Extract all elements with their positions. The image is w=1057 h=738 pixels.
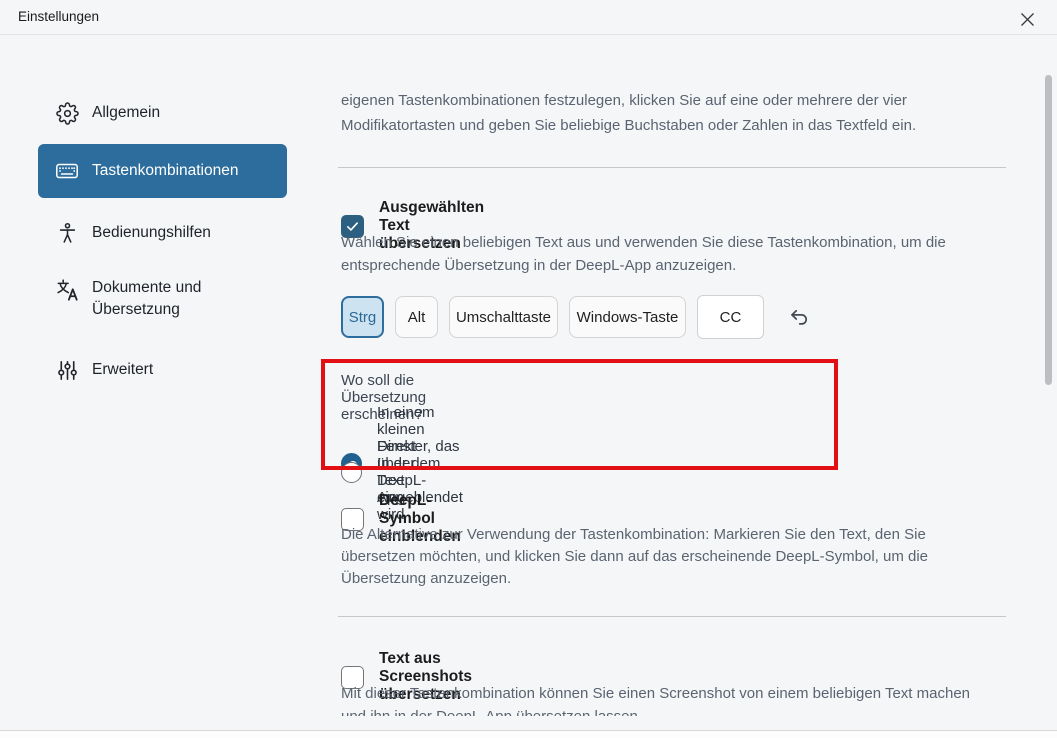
undo-icon: [788, 306, 811, 329]
window-title: Einstellungen: [18, 9, 99, 24]
sidebar-item-tastenkombinationen[interactable]: Tastenkombinationen: [38, 144, 287, 198]
section-divider: [338, 167, 1006, 168]
close-icon: [1020, 12, 1035, 27]
sidebar-item-label: Erweitert: [92, 359, 153, 381]
screenshots-description: Mit dieser Tastenkombination können Sie …: [341, 683, 993, 716]
section-divider: [338, 616, 1006, 617]
window-bottom-edge: [0, 731, 1057, 738]
intro-text: eigenen Tastenkombinationen festzulegen,…: [341, 88, 1013, 138]
gear-icon: [55, 101, 79, 125]
shortcut-letter-input[interactable]: [697, 295, 764, 339]
select-text-description: Wählen Sie einen beliebigen Text aus und…: [341, 231, 1001, 277]
accessibility-icon: [55, 221, 79, 245]
sidebar-item-label: Dokumente und Übersetzung: [92, 277, 242, 321]
modifier-key-umschalttaste[interactable]: Umschalttaste: [449, 296, 558, 338]
titlebar: Einstellungen: [0, 0, 1057, 35]
sidebar-item-label: Bedienungshilfen: [92, 222, 211, 244]
modifier-key-alt[interactable]: Alt: [395, 296, 438, 338]
radio-button-unselected[interactable]: [341, 462, 362, 483]
close-button[interactable]: [1013, 8, 1041, 30]
reset-shortcut-button[interactable]: [788, 306, 811, 329]
sidebar-item-allgemein[interactable]: Allgemein: [38, 91, 287, 135]
sidebar-item-erweitert[interactable]: Erweitert: [38, 348, 287, 392]
sidebar-item-label: Allgemein: [92, 102, 160, 124]
sidebar-item-dokumente[interactable]: Dokumente und Übersetzung: [38, 266, 287, 332]
shortcut-keys-row: Strg Alt Umschalttaste Windows-Taste: [341, 296, 811, 338]
symbol-description: Die Alternative zur Verwendung der Taste…: [341, 524, 993, 590]
vertical-scrollbar-thumb[interactable]: [1045, 75, 1052, 385]
sidebar-item-bedienungshilfen[interactable]: Bedienungshilfen: [38, 211, 287, 255]
sidebar-item-label: Tastenkombinationen: [92, 160, 239, 182]
translate-icon: [55, 278, 79, 302]
modifier-key-windows-taste[interactable]: Windows-Taste: [569, 296, 686, 338]
sliders-icon: [55, 358, 79, 382]
keyboard-icon: [55, 159, 79, 183]
modifier-key-strg[interactable]: Strg: [341, 296, 384, 338]
settings-window: Einstellungen Allgemein: [0, 0, 1057, 738]
